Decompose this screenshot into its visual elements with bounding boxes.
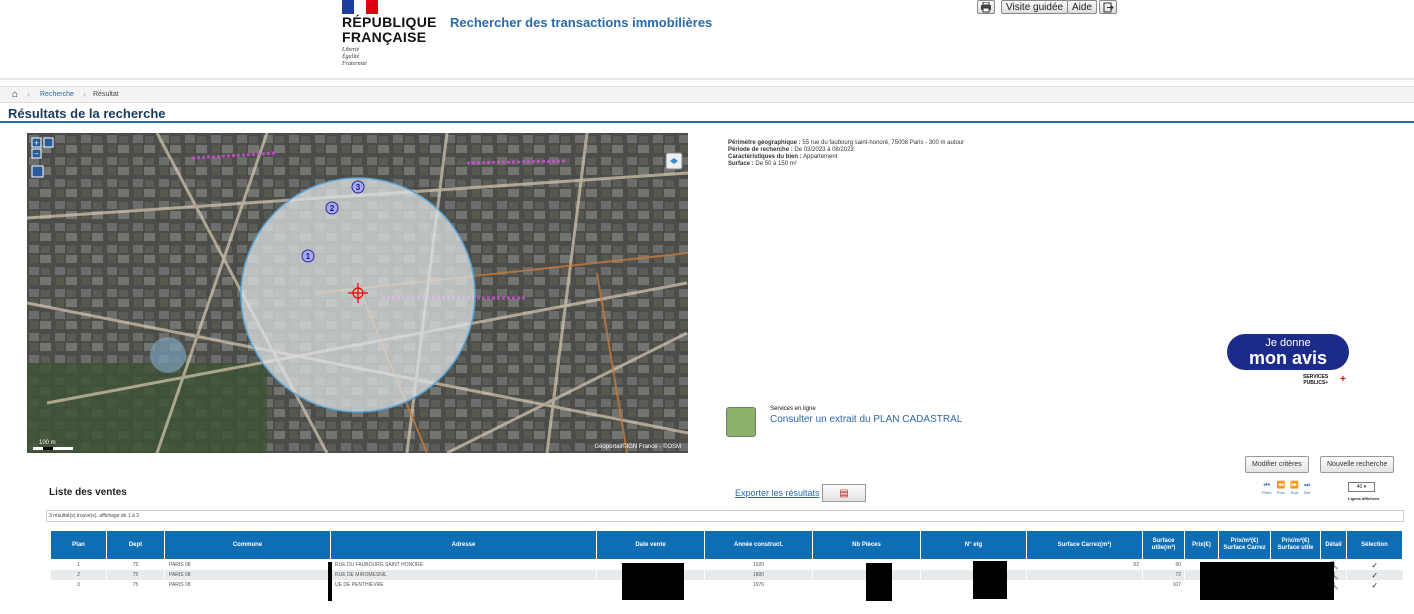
results-count: 3 résultat(s) trouvé(s), affichage de 1 …	[46, 510, 1404, 522]
zoom-in-button[interactable]: +	[31, 137, 42, 148]
svg-text:+: +	[34, 139, 39, 148]
guided-tour-button[interactable]: Visite guidée	[1001, 0, 1069, 14]
motto-2: Égalité	[342, 54, 360, 60]
svg-text:1: 1	[306, 252, 311, 261]
geo-value: 55 rue du faubourg saint-honoré, 75008 P…	[802, 140, 965, 146]
export-results-link[interactable]: Exporter les résultats	[735, 488, 820, 498]
surface-label: Surface :	[728, 161, 754, 167]
select-check-icon[interactable]: ✓	[1346, 580, 1403, 590]
col-prix[interactable]: Prix(€)	[1184, 530, 1219, 560]
pdf-icon: ▤	[839, 488, 849, 499]
select-check-icon[interactable]: ✓	[1346, 570, 1403, 580]
svg-text:3: 3	[356, 183, 361, 192]
characteristics-label: Caractéristiques du bien :	[728, 154, 802, 160]
svg-text:100 m: 100 m	[39, 440, 56, 446]
motto-1: Liberté	[342, 47, 360, 53]
feedback-button[interactable]: Je donne mon avis	[1227, 334, 1349, 370]
col-commune[interactable]: Commune	[164, 530, 331, 560]
svg-text:2: 2	[330, 204, 335, 213]
motto-3: Fraternité	[342, 61, 367, 67]
col-selection: Sélection	[1346, 530, 1403, 560]
plus-icon: +	[1340, 374, 1346, 385]
feedback-line-2: mon avis	[1248, 348, 1328, 368]
first-page-icon: ⏮	[1263, 482, 1270, 489]
modify-criteria-button[interactable]: Modifier critères	[1245, 456, 1309, 473]
lines-per-page-select[interactable]: 40 ▾	[1348, 482, 1375, 492]
next-page-button[interactable]: ⏩ Suiv	[1290, 482, 1299, 495]
republique-francaise-logo: RÉPUBLIQUE FRANÇAISE	[342, 15, 437, 45]
col-prix-m2-carrez[interactable]: Prix/m²(€) Surface Carrez	[1218, 530, 1271, 560]
republic-line-2: FRANÇAISE	[342, 29, 427, 45]
first-page-button[interactable]: ⏮ Prem	[1262, 482, 1272, 495]
col-annee[interactable]: Année construct.	[704, 530, 813, 560]
pagination: ⏮ Prem ⏪ Prec ⏩ Suiv ⏭ Der	[1262, 482, 1310, 495]
prev-page-icon: ⏪	[1276, 482, 1286, 489]
title-divider	[0, 121, 1414, 123]
geo-label: Périmètre géographique :	[728, 140, 801, 146]
sales-list-title: Liste des ventes	[49, 487, 127, 498]
chevron-right-icon: ›	[83, 89, 86, 99]
logout-icon	[1103, 2, 1114, 13]
col-plan[interactable]: Plan	[50, 530, 107, 560]
map-marker-1[interactable]: 1	[301, 249, 315, 263]
page-title: Résultats de la recherche	[8, 106, 166, 121]
redaction-prices	[1200, 562, 1334, 600]
french-flag-logo	[342, 0, 378, 14]
fullscreen-icon[interactable]	[43, 137, 54, 148]
help-button[interactable]: Aide	[1067, 0, 1098, 14]
breadcrumb-search[interactable]: Recherche	[40, 87, 74, 102]
col-adresse[interactable]: Adresse	[330, 530, 597, 560]
export-pdf-button[interactable]: ▤	[822, 484, 866, 502]
col-detail: Détail	[1320, 530, 1347, 560]
lines-per-page-label: Lignes affichées	[1348, 496, 1380, 501]
app-title: Rechercher des transactions immobilières	[450, 15, 713, 30]
col-prix-m2-utile[interactable]: Prix/m²(€) Surface utile	[1270, 530, 1321, 560]
motto: Liberté Égalité Fraternité	[342, 47, 367, 68]
printer-icon	[981, 1, 991, 13]
breadcrumb: ⌂ › Recherche › Résultat	[0, 86, 1414, 103]
measure-icon[interactable]	[31, 165, 44, 178]
redaction-etage	[973, 561, 1007, 599]
prev-page-button[interactable]: ⏪ Prec	[1277, 482, 1286, 495]
cadastre-link[interactable]: Consulter un extrait du PLAN CADASTRAL	[770, 414, 962, 425]
col-pieces[interactable]: Nb Pièces	[812, 530, 921, 560]
cadastre-map-icon[interactable]	[726, 407, 756, 437]
period-label: Période de recherche :	[728, 147, 793, 153]
header-divider	[0, 78, 1414, 80]
zoom-out-button[interactable]: −	[31, 148, 42, 159]
select-check-icon[interactable]: ✓	[1346, 559, 1403, 570]
characteristics-value: Appartement	[803, 154, 838, 160]
logout-button[interactable]	[1099, 0, 1117, 14]
last-page-icon: ⏭	[1304, 482, 1311, 489]
map-marker-3[interactable]: 3	[351, 180, 365, 194]
redaction-pieces	[866, 563, 892, 601]
cadastre-subtitle: Services en ligne	[770, 406, 816, 412]
col-carrez[interactable]: Surface Carrez(m²)	[1026, 530, 1143, 560]
layers-icon[interactable]	[665, 152, 683, 170]
col-dept[interactable]: Dept	[106, 530, 165, 560]
period-value: De 03/2023 à 08/2023	[794, 147, 854, 153]
svg-text:−: −	[34, 150, 39, 159]
map-attribution: Géoportail©IGN France - ©OSM	[594, 443, 681, 450]
last-page-button[interactable]: ⏭ Der	[1304, 482, 1310, 495]
chevron-right-icon: ›	[27, 89, 30, 99]
next-page-icon: ⏩	[1290, 482, 1299, 489]
map-view[interactable]: 1 2 3 + − 100 m Géoportail©IGN France - …	[27, 133, 688, 453]
republic-line-1: RÉPUBLIQUE	[342, 14, 437, 30]
print-button[interactable]	[977, 0, 995, 14]
redaction-date	[622, 563, 684, 600]
map-marker-2[interactable]: 2	[325, 201, 339, 215]
new-search-button[interactable]: Nouvelle recherche	[1320, 456, 1395, 473]
search-criteria: Périmètre géographique : 55 rue du faubo…	[728, 140, 964, 168]
table-header-row: Plan Dept Commune Adresse Date vente Ann…	[50, 530, 1403, 560]
breadcrumb-result: Résultat	[93, 91, 119, 98]
col-utile[interactable]: Surface utile(m²)	[1142, 530, 1185, 560]
home-icon[interactable]: ⌂	[12, 87, 18, 102]
services-publics-logo: SERVICES PUBLICS+	[1303, 374, 1329, 386]
surface-value: De 50 à 150 m²	[755, 161, 797, 167]
redaction-address	[328, 562, 332, 601]
col-etage[interactable]: N° etg	[920, 530, 1027, 560]
col-date-vente[interactable]: Date vente	[596, 530, 705, 560]
